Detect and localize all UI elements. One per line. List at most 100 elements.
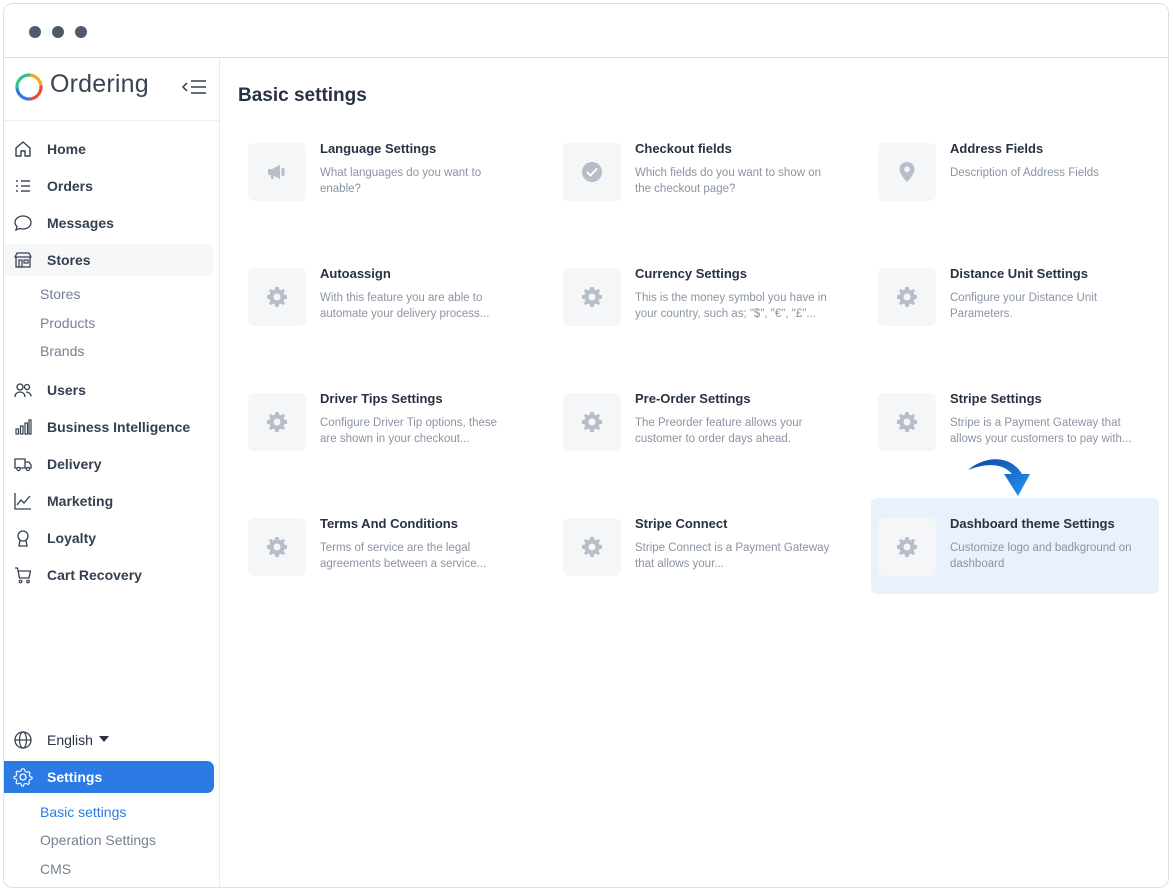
sidebar-item-business-intelligence[interactable]: Business Intelligence — [4, 411, 214, 443]
sidebar-item-label: Home — [47, 141, 86, 157]
gear-icon — [582, 537, 602, 557]
settings-card-pre-order[interactable]: Pre-Order Settings The Preorder feature … — [553, 373, 841, 469]
gear-icon — [582, 287, 602, 307]
settings-card-currency[interactable]: Currency Settings This is the money symb… — [553, 248, 841, 344]
sidebar-item-settings[interactable]: Settings — [4, 761, 214, 793]
sidebar-item-label: Stores — [47, 252, 91, 268]
sidebar-item-label: Orders — [47, 178, 93, 194]
sidebar-item-cart-recovery[interactable]: Cart Recovery — [4, 559, 214, 591]
ordering-logo-icon — [15, 73, 43, 101]
card-icon-tile — [248, 268, 306, 326]
sidebar-subitem-brands[interactable]: Brands — [40, 343, 84, 359]
card-description: Configure your Distance Unit Parameters. — [950, 292, 1098, 320]
card-icon-tile — [878, 393, 936, 451]
card-title: Address Fields — [950, 141, 1044, 156]
card-title: Driver Tips Settings — [320, 391, 443, 406]
settings-card-address-fields[interactable]: Address Fields Description of Address Fi… — [868, 123, 1156, 219]
card-description: Configure Driver Tip options, these are … — [320, 417, 498, 445]
settings-card-driver-tips[interactable]: Driver Tips Settings Configure Driver Ti… — [238, 373, 526, 469]
card-description: Stripe is a Payment Gateway that allows … — [950, 417, 1132, 445]
card-description: Stripe Connect is a Payment Gateway that… — [635, 542, 830, 570]
collapse-sidebar-icon[interactable] — [180, 76, 210, 98]
card-title: Stripe Settings — [950, 391, 1042, 406]
card-title: Terms And Conditions — [320, 516, 458, 531]
card-title: Stripe Connect — [635, 516, 728, 531]
card-icon-tile — [878, 518, 936, 576]
sidebar-item-label: Business Intelligence — [47, 419, 191, 435]
sidebar-item-home[interactable]: Home — [4, 133, 214, 165]
language-selector[interactable]: English — [4, 724, 214, 756]
card-description: With this feature you are able to automa… — [320, 292, 490, 320]
card-description: Terms of service are the legal agreement… — [320, 542, 487, 570]
gear-icon — [267, 287, 287, 307]
gear-icon — [582, 412, 602, 432]
card-description: The Preorder feature allows your custome… — [635, 417, 803, 445]
line-chart-icon — [14, 493, 31, 510]
settings-card-distance-unit[interactable]: Distance Unit Settings Configure your Di… — [868, 248, 1156, 344]
sidebar-item-messages[interactable]: Messages — [4, 207, 214, 239]
card-icon-tile — [563, 143, 621, 201]
truck-icon — [14, 458, 32, 472]
page-title: Basic settings — [238, 85, 367, 106]
store-icon — [14, 252, 32, 268]
sidebar-item-label: Cart Recovery — [47, 567, 142, 583]
gear-icon — [897, 537, 917, 557]
users-icon — [14, 383, 32, 398]
award-icon — [17, 530, 29, 547]
card-icon-tile — [563, 518, 621, 576]
card-description: Which fields do you want to show on the … — [635, 167, 822, 195]
sidebar-subitem-basic-settings[interactable]: Basic settings — [40, 804, 126, 820]
language-label: English — [47, 732, 93, 748]
browser-window: Ordering Home Orders Messages Stores Sto… — [3, 3, 1169, 888]
sidebar-item-delivery[interactable]: Delivery — [4, 448, 214, 480]
sidebar-item-loyalty[interactable]: Loyalty — [4, 522, 214, 554]
caret-down-icon — [99, 736, 109, 742]
brand-name: Ordering — [50, 70, 149, 98]
card-icon-tile — [248, 143, 306, 201]
card-title: Autoassign — [320, 266, 391, 281]
gear-icon — [267, 537, 287, 557]
sidebar-subitem-operation-settings[interactable]: Operation Settings — [40, 832, 156, 848]
window-dot-icon — [29, 26, 41, 38]
sidebar-subitem-cms[interactable]: CMS — [40, 861, 71, 877]
settings-card-language[interactable]: Language Settings What languages do you … — [238, 123, 526, 219]
brand[interactable]: Ordering — [12, 68, 212, 108]
sidebar: Ordering Home Orders Messages Stores Sto… — [4, 58, 220, 887]
card-icon-tile — [878, 268, 936, 326]
chat-icon — [14, 215, 32, 232]
globe-icon — [14, 731, 32, 749]
sidebar-item-label: Marketing — [47, 493, 114, 509]
gear-icon — [897, 287, 917, 307]
check-circle-icon — [582, 162, 602, 182]
settings-card-stripe-connect[interactable]: Stripe Connect Stripe Connect is a Payme… — [553, 498, 841, 594]
sidebar-item-stores[interactable]: Stores — [4, 244, 214, 276]
window-titlebar — [4, 4, 1168, 58]
card-title: Distance Unit Settings — [950, 266, 1088, 281]
card-icon-tile — [563, 393, 621, 451]
sidebar-item-users[interactable]: Users — [4, 374, 214, 406]
settings-card-autoassign[interactable]: Autoassign With this feature you are abl… — [238, 248, 526, 344]
home-icon — [15, 141, 31, 157]
sidebar-item-label: Users — [47, 382, 86, 398]
cart-icon — [15, 567, 32, 584]
card-icon-tile — [878, 143, 936, 201]
card-description: Description of Address Fields — [950, 167, 1099, 179]
gear-icon — [267, 412, 287, 432]
sidebar-subitem-products[interactable]: Products — [40, 315, 95, 331]
sidebar-item-marketing[interactable]: Marketing — [4, 485, 214, 517]
sidebar-item-orders[interactable]: Orders — [4, 170, 214, 202]
window-dot-icon — [75, 26, 87, 38]
card-description: This is the money symbol you have in you… — [635, 292, 827, 320]
window-dot-icon — [52, 26, 64, 38]
gear-icon — [897, 412, 917, 432]
card-title: Checkout fields — [635, 141, 732, 156]
gear-icon — [13, 768, 33, 787]
bar-chart-icon — [15, 419, 32, 435]
card-title: Currency Settings — [635, 266, 747, 281]
card-icon-tile — [563, 268, 621, 326]
sidebar-subitem-stores[interactable]: Stores — [40, 286, 80, 302]
pointer-arrow-icon — [968, 459, 1030, 496]
settings-card-terms[interactable]: Terms And Conditions Terms of service ar… — [238, 498, 526, 594]
sidebar-item-label: Loyalty — [47, 530, 97, 546]
settings-card-checkout-fields[interactable]: Checkout fields Which fields do you want… — [553, 123, 841, 219]
